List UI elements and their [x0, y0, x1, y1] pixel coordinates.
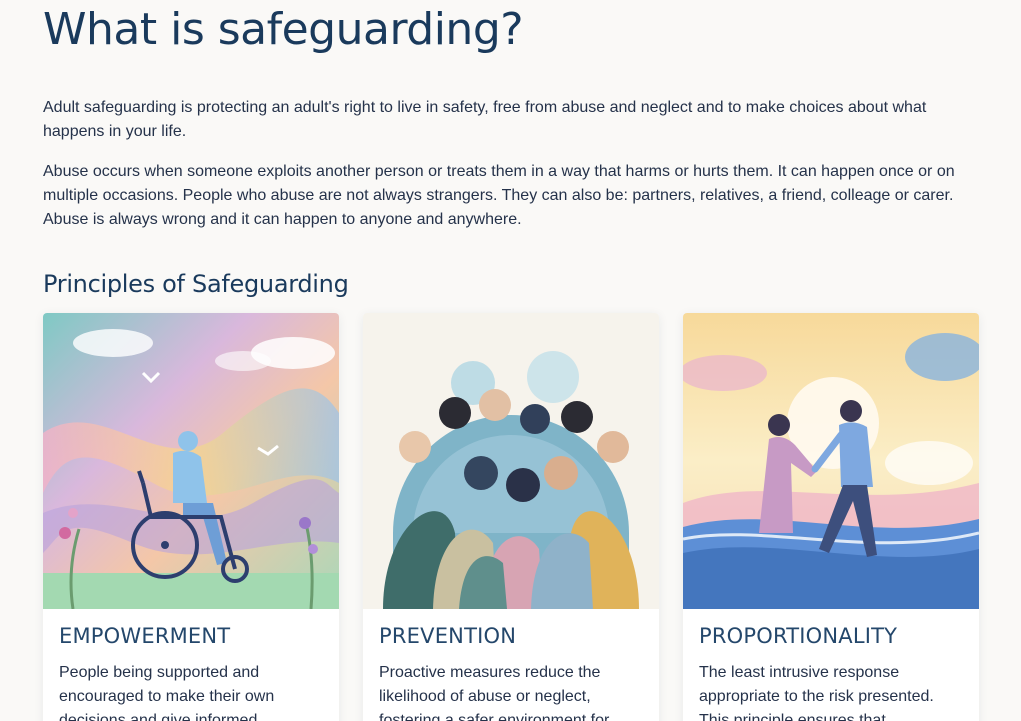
card-title: EMPOWERMENT	[59, 624, 231, 648]
diverse-group-illustration	[363, 313, 659, 609]
card-proportionality[interactable]: PROPORTIONALITY The least intrusive resp…	[683, 313, 979, 721]
intro-paragraph: Adult safeguarding is protecting an adul…	[43, 99, 927, 140]
section-title: Principles of Safeguarding	[43, 270, 349, 298]
card-description: Proactive measures reduce the likelihood…	[379, 664, 610, 721]
helping-hand-illustration	[683, 313, 979, 609]
card-title: PROPORTIONALITY	[699, 624, 898, 648]
card-description: People being supported and encouraged to…	[59, 664, 275, 721]
page-title: What is safeguarding?	[43, 4, 524, 55]
page: What is safeguarding? Adult safeguarding…	[0, 0, 1021, 721]
card-empowerment[interactable]: EMPOWERMENT People being supported and e…	[43, 313, 339, 721]
card-description: The least intrusive response appropriate…	[699, 664, 934, 721]
principles-cards: EMPOWERMENT People being supported and e…	[43, 313, 979, 721]
card-prevention[interactable]: PREVENTION Proactive measures reduce the…	[363, 313, 659, 721]
wheelchair-user-illustration	[43, 313, 339, 609]
abuse-paragraph: Abuse occurs when someone exploits anoth…	[43, 163, 955, 228]
card-title: PREVENTION	[379, 624, 517, 648]
